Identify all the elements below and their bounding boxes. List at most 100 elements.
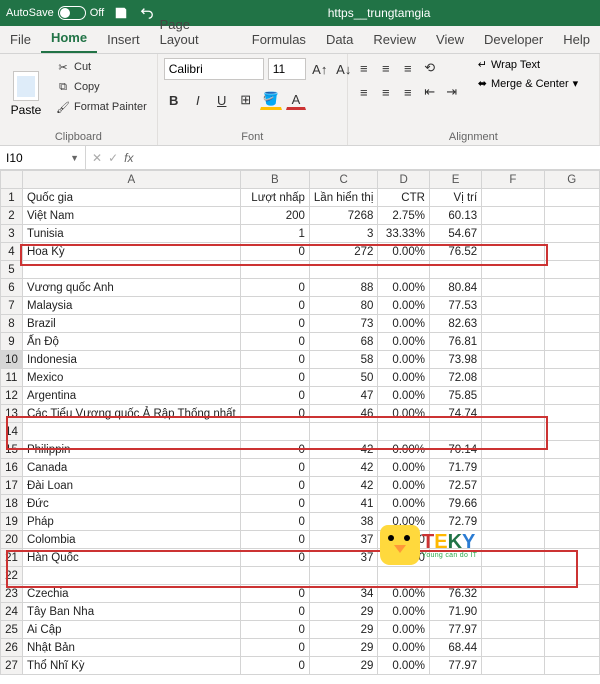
cell[interactable] — [429, 261, 481, 279]
cell[interactable]: 29 — [309, 639, 377, 657]
tab-page-layout[interactable]: Page Layout — [150, 11, 242, 53]
cell[interactable]: 200 — [240, 207, 309, 225]
row-header[interactable]: 9 — [1, 333, 23, 351]
autosave-switch-icon[interactable] — [58, 6, 86, 20]
cell[interactable]: 0 — [240, 477, 309, 495]
cell[interactable]: 0.00% — [378, 657, 430, 675]
tab-review[interactable]: Review — [363, 26, 426, 53]
cell[interactable]: 76.52 — [429, 243, 481, 261]
select-all-corner[interactable] — [1, 171, 23, 189]
align-bottom-button[interactable]: ≡ — [398, 58, 418, 78]
cell[interactable]: 80 — [309, 297, 377, 315]
cell[interactable] — [482, 387, 544, 405]
cell[interactable] — [544, 531, 599, 549]
row-header[interactable]: 20 — [1, 531, 23, 549]
row-header[interactable]: 13 — [1, 405, 23, 423]
border-button[interactable]: ⊞ — [236, 90, 256, 110]
cell[interactable]: Hàn Quốc — [22, 549, 240, 567]
cell[interactable]: Vương quốc Anh — [22, 279, 240, 297]
cell[interactable] — [482, 351, 544, 369]
accept-formula-icon[interactable]: ✓ — [108, 151, 118, 165]
chevron-down-icon[interactable]: ▼ — [70, 153, 79, 163]
cell[interactable]: Malaysia — [22, 297, 240, 315]
cell[interactable] — [482, 423, 544, 441]
column-header-D[interactable]: D — [378, 171, 430, 189]
cell[interactable]: 0 — [240, 279, 309, 297]
cell[interactable] — [482, 657, 544, 675]
cell[interactable]: Ấn Độ — [22, 333, 240, 351]
font-color-button[interactable]: A — [286, 90, 306, 110]
underline-button[interactable]: U — [212, 90, 232, 110]
cell[interactable]: 68.44 — [429, 639, 481, 657]
cell[interactable]: 29 — [309, 657, 377, 675]
cell[interactable] — [309, 567, 377, 585]
cell[interactable] — [429, 567, 481, 585]
fx-icon[interactable]: fx — [124, 151, 133, 165]
cell[interactable]: 0.00% — [378, 315, 430, 333]
cell[interactable]: 0.00% — [378, 405, 430, 423]
cell[interactable]: 58 — [309, 351, 377, 369]
cell[interactable]: 0.00% — [378, 603, 430, 621]
cell[interactable]: 47 — [309, 387, 377, 405]
cell[interactable]: Tunisia — [22, 225, 240, 243]
row-header[interactable]: 8 — [1, 315, 23, 333]
align-center-button[interactable]: ≡ — [376, 82, 396, 102]
cell[interactable]: Argentina — [22, 387, 240, 405]
row-header[interactable]: 19 — [1, 513, 23, 531]
align-middle-button[interactable]: ≡ — [376, 58, 396, 78]
cell[interactable]: 2.75% — [378, 207, 430, 225]
row-header[interactable]: 7 — [1, 297, 23, 315]
cell[interactable]: 79.66 — [429, 495, 481, 513]
cell[interactable]: 42 — [309, 459, 377, 477]
cancel-formula-icon[interactable]: ✕ — [92, 151, 102, 165]
cell[interactable] — [544, 657, 599, 675]
row-header[interactable]: 27 — [1, 657, 23, 675]
cell[interactable] — [544, 333, 599, 351]
cell[interactable] — [544, 603, 599, 621]
cell[interactable] — [309, 423, 377, 441]
cell[interactable]: 0.00% — [378, 639, 430, 657]
cell[interactable]: Mexico — [22, 369, 240, 387]
cell[interactable]: Czechia — [22, 585, 240, 603]
tab-data[interactable]: Data — [316, 26, 363, 53]
cell[interactable]: 29 — [309, 621, 377, 639]
tab-insert[interactable]: Insert — [97, 26, 150, 53]
column-header-B[interactable]: B — [240, 171, 309, 189]
cell[interactable] — [544, 513, 599, 531]
cell[interactable]: 0 — [240, 369, 309, 387]
cell[interactable]: 29 — [309, 603, 377, 621]
cell[interactable]: 272 — [309, 243, 377, 261]
cell[interactable] — [482, 549, 544, 567]
cell[interactable]: 0 — [240, 315, 309, 333]
cell[interactable]: 0.00% — [378, 477, 430, 495]
grid[interactable]: ABCDEFG1Quốc giaLượt nhấpLần hiển thịCTR… — [0, 170, 600, 675]
cell[interactable] — [22, 567, 240, 585]
cell[interactable] — [544, 189, 599, 207]
cell[interactable] — [544, 297, 599, 315]
tab-home[interactable]: Home — [41, 24, 97, 53]
cell[interactable] — [482, 261, 544, 279]
cell[interactable]: Đài Loan — [22, 477, 240, 495]
cell[interactable]: 0.00% — [378, 243, 430, 261]
cell[interactable]: 0.00% — [378, 369, 430, 387]
cell[interactable] — [429, 423, 481, 441]
cell[interactable] — [482, 297, 544, 315]
cell[interactable]: 0 — [240, 657, 309, 675]
cell[interactable]: 0.00% — [378, 351, 430, 369]
cut-button[interactable]: ✂ Cut — [52, 58, 151, 76]
column-header-E[interactable]: E — [429, 171, 481, 189]
cell[interactable] — [544, 549, 599, 567]
cell[interactable]: 77.97 — [429, 621, 481, 639]
cell[interactable]: 72.57 — [429, 477, 481, 495]
cell[interactable] — [482, 315, 544, 333]
cell[interactable]: 42 — [309, 477, 377, 495]
cell[interactable] — [544, 585, 599, 603]
format-painter-button[interactable]: 🖌 Format Painter — [52, 98, 151, 116]
cell[interactable]: Pháp — [22, 513, 240, 531]
cell[interactable] — [544, 477, 599, 495]
cell[interactable] — [544, 423, 599, 441]
copy-button[interactable]: ⧉ Copy — [52, 78, 151, 96]
cell[interactable]: 0 — [240, 621, 309, 639]
column-header-G[interactable]: G — [544, 171, 599, 189]
row-header[interactable]: 11 — [1, 369, 23, 387]
